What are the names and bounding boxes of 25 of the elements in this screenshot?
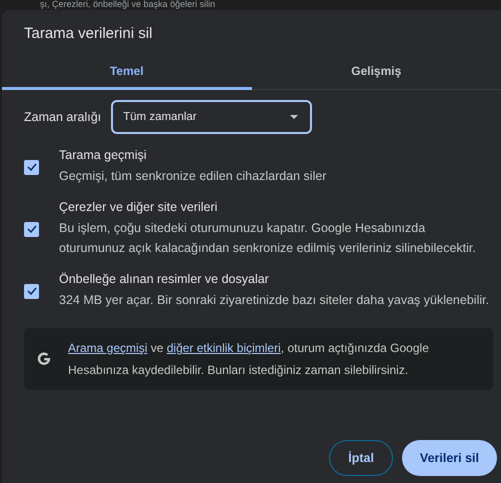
tab[interactable]: Temel (2, 54, 252, 90)
checkbox[interactable] (24, 222, 39, 236)
option-description: Bu işlem, çoğu sitedeki oturumunuzu kapatır. Google Hesabınızda oturumunuz açık kalacağından senkronize edilmiş verileriniz silinebilecektir. (59, 220, 477, 257)
check-icon (26, 225, 36, 233)
dialog-title: Tarama verilerini sil (23, 24, 154, 44)
checkbox[interactable] (24, 160, 39, 174)
check-icon (26, 287, 36, 295)
option-description: 324 MB yer açar. Bir sonraki ziyaretinizde bazı siteler daha yavaş yüklenebilir. (59, 292, 490, 309)
background-text: şı, Çerezleri, önbelleği ve başka öğeleri silin (39, 0, 216, 10)
checkbox[interactable] (24, 284, 39, 298)
option-title: Tarama geçmişi (59, 148, 148, 162)
info-text: Arama geçmişi ve diğer etkinlik biçimleri, oturum açtığınızda Google Hesabınıza kaydedilebilir. Bunları istediğiniz zaman silebilirsiniz. (68, 340, 430, 379)
time-range-label: Zaman aralığı (24, 110, 102, 124)
time-range-dropdown[interactable]: Tüm zamanlar (111, 100, 312, 134)
option-title: Çerezler ve diğer site verileri (59, 200, 218, 214)
option-title: Önbelleğe alınan resimler ve dosyalar (59, 272, 270, 286)
activity-link[interactable]: diğer etkinlik biçimleri (166, 341, 281, 355)
delete-button[interactable]: Verileri sil (402, 440, 497, 476)
caret-icon (290, 115, 298, 119)
cancel-button[interactable]: İptal (329, 440, 393, 476)
google-g-icon (36, 351, 52, 367)
check-icon (26, 163, 36, 171)
tab[interactable]: Gelişmiş (252, 54, 501, 90)
option-description: Geçmişi, tüm senkronize edilen cihazlardan siler (59, 168, 328, 185)
history-link[interactable]: Arama geçmişi (68, 341, 148, 355)
